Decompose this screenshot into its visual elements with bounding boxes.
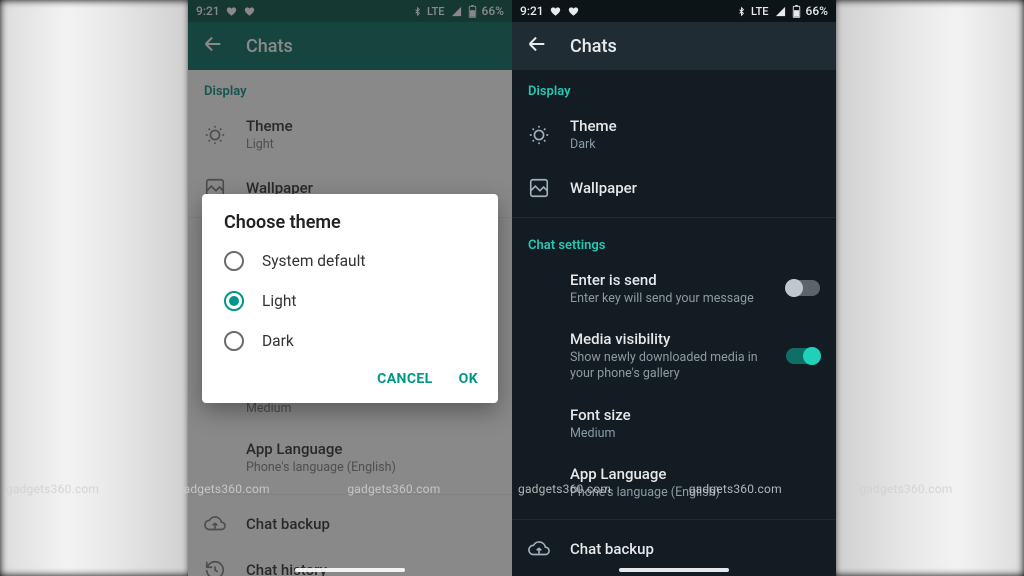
background-blur-left xyxy=(0,0,190,576)
row-history[interactable]: Chat history xyxy=(512,572,836,576)
status-bar: 9:21 LTE 66% xyxy=(512,0,836,22)
battery-icon xyxy=(792,5,801,18)
wallpaper-title: Wallpaper xyxy=(570,179,820,197)
row-backup[interactable]: Chat backup xyxy=(512,526,836,572)
section-chat: Chat settings xyxy=(512,224,836,259)
heart-icon xyxy=(567,6,580,17)
cancel-button[interactable]: CANCEL xyxy=(377,371,432,387)
row-theme[interactable]: Theme Dark xyxy=(512,105,836,165)
status-network: LTE xyxy=(751,5,769,18)
row-language[interactable]: App Language Phone's language (English) xyxy=(512,453,836,513)
row-enter-is-send[interactable]: Enter is send Enter key will send your m… xyxy=(512,259,836,319)
option-label: System default xyxy=(262,252,365,270)
bluetooth-icon xyxy=(737,5,746,18)
phone-light: 9:21 LTE 66% Chats Display Theme xyxy=(188,0,512,576)
option-label: Light xyxy=(262,292,296,310)
phone-dark: 9:21 LTE 66% Chats Display Theme xyxy=(512,0,836,576)
option-label: Dark xyxy=(262,332,294,350)
radio-icon xyxy=(224,331,244,351)
enter-sub: Enter key will send your message xyxy=(570,291,766,307)
back-icon[interactable] xyxy=(526,33,548,59)
ok-button[interactable]: OK xyxy=(459,371,478,387)
media-sub: Show newly downloaded media in your phon… xyxy=(570,350,766,381)
lang-value: Phone's language (English) xyxy=(570,485,820,501)
heart-icon xyxy=(549,6,562,17)
appbar-title: Chats xyxy=(570,36,617,57)
background-blur-right xyxy=(834,0,1024,576)
option-light[interactable]: Light xyxy=(202,281,498,321)
nav-pill[interactable] xyxy=(295,568,405,572)
option-system-default[interactable]: System default xyxy=(202,241,498,281)
media-title: Media visibility xyxy=(570,330,766,348)
radio-icon xyxy=(224,251,244,271)
font-title: Font size xyxy=(570,406,820,424)
cloud-upload-icon xyxy=(528,538,550,560)
wallpaper-icon xyxy=(528,177,550,199)
row-media-visibility[interactable]: Media visibility Show newly downloaded m… xyxy=(512,318,836,393)
settings-list: Display Theme Dark Wallpaper Chat settin… xyxy=(512,70,836,576)
enter-toggle[interactable] xyxy=(786,280,820,296)
lang-title: App Language xyxy=(570,465,820,483)
section-display: Display xyxy=(512,70,836,105)
dialog-title: Choose theme xyxy=(202,212,498,241)
font-value: Medium xyxy=(570,426,820,442)
status-time: 9:21 xyxy=(520,4,544,18)
status-battery: 66% xyxy=(806,4,828,18)
row-wallpaper[interactable]: Wallpaper xyxy=(512,165,836,211)
backup-title: Chat backup xyxy=(570,540,820,558)
enter-title: Enter is send xyxy=(570,271,766,289)
option-dark[interactable]: Dark xyxy=(202,321,498,361)
app-bar: Chats xyxy=(512,22,836,70)
signal-icon xyxy=(774,6,787,17)
nav-pill[interactable] xyxy=(619,568,729,572)
theme-dialog: Choose theme System default Light Dark C… xyxy=(202,194,498,403)
theme-title: Theme xyxy=(570,117,820,135)
radio-checked-icon xyxy=(224,291,244,311)
row-font-size[interactable]: Font size Medium xyxy=(512,394,836,454)
media-toggle[interactable] xyxy=(786,348,820,364)
brightness-icon xyxy=(528,124,550,146)
theme-value: Dark xyxy=(570,137,820,153)
